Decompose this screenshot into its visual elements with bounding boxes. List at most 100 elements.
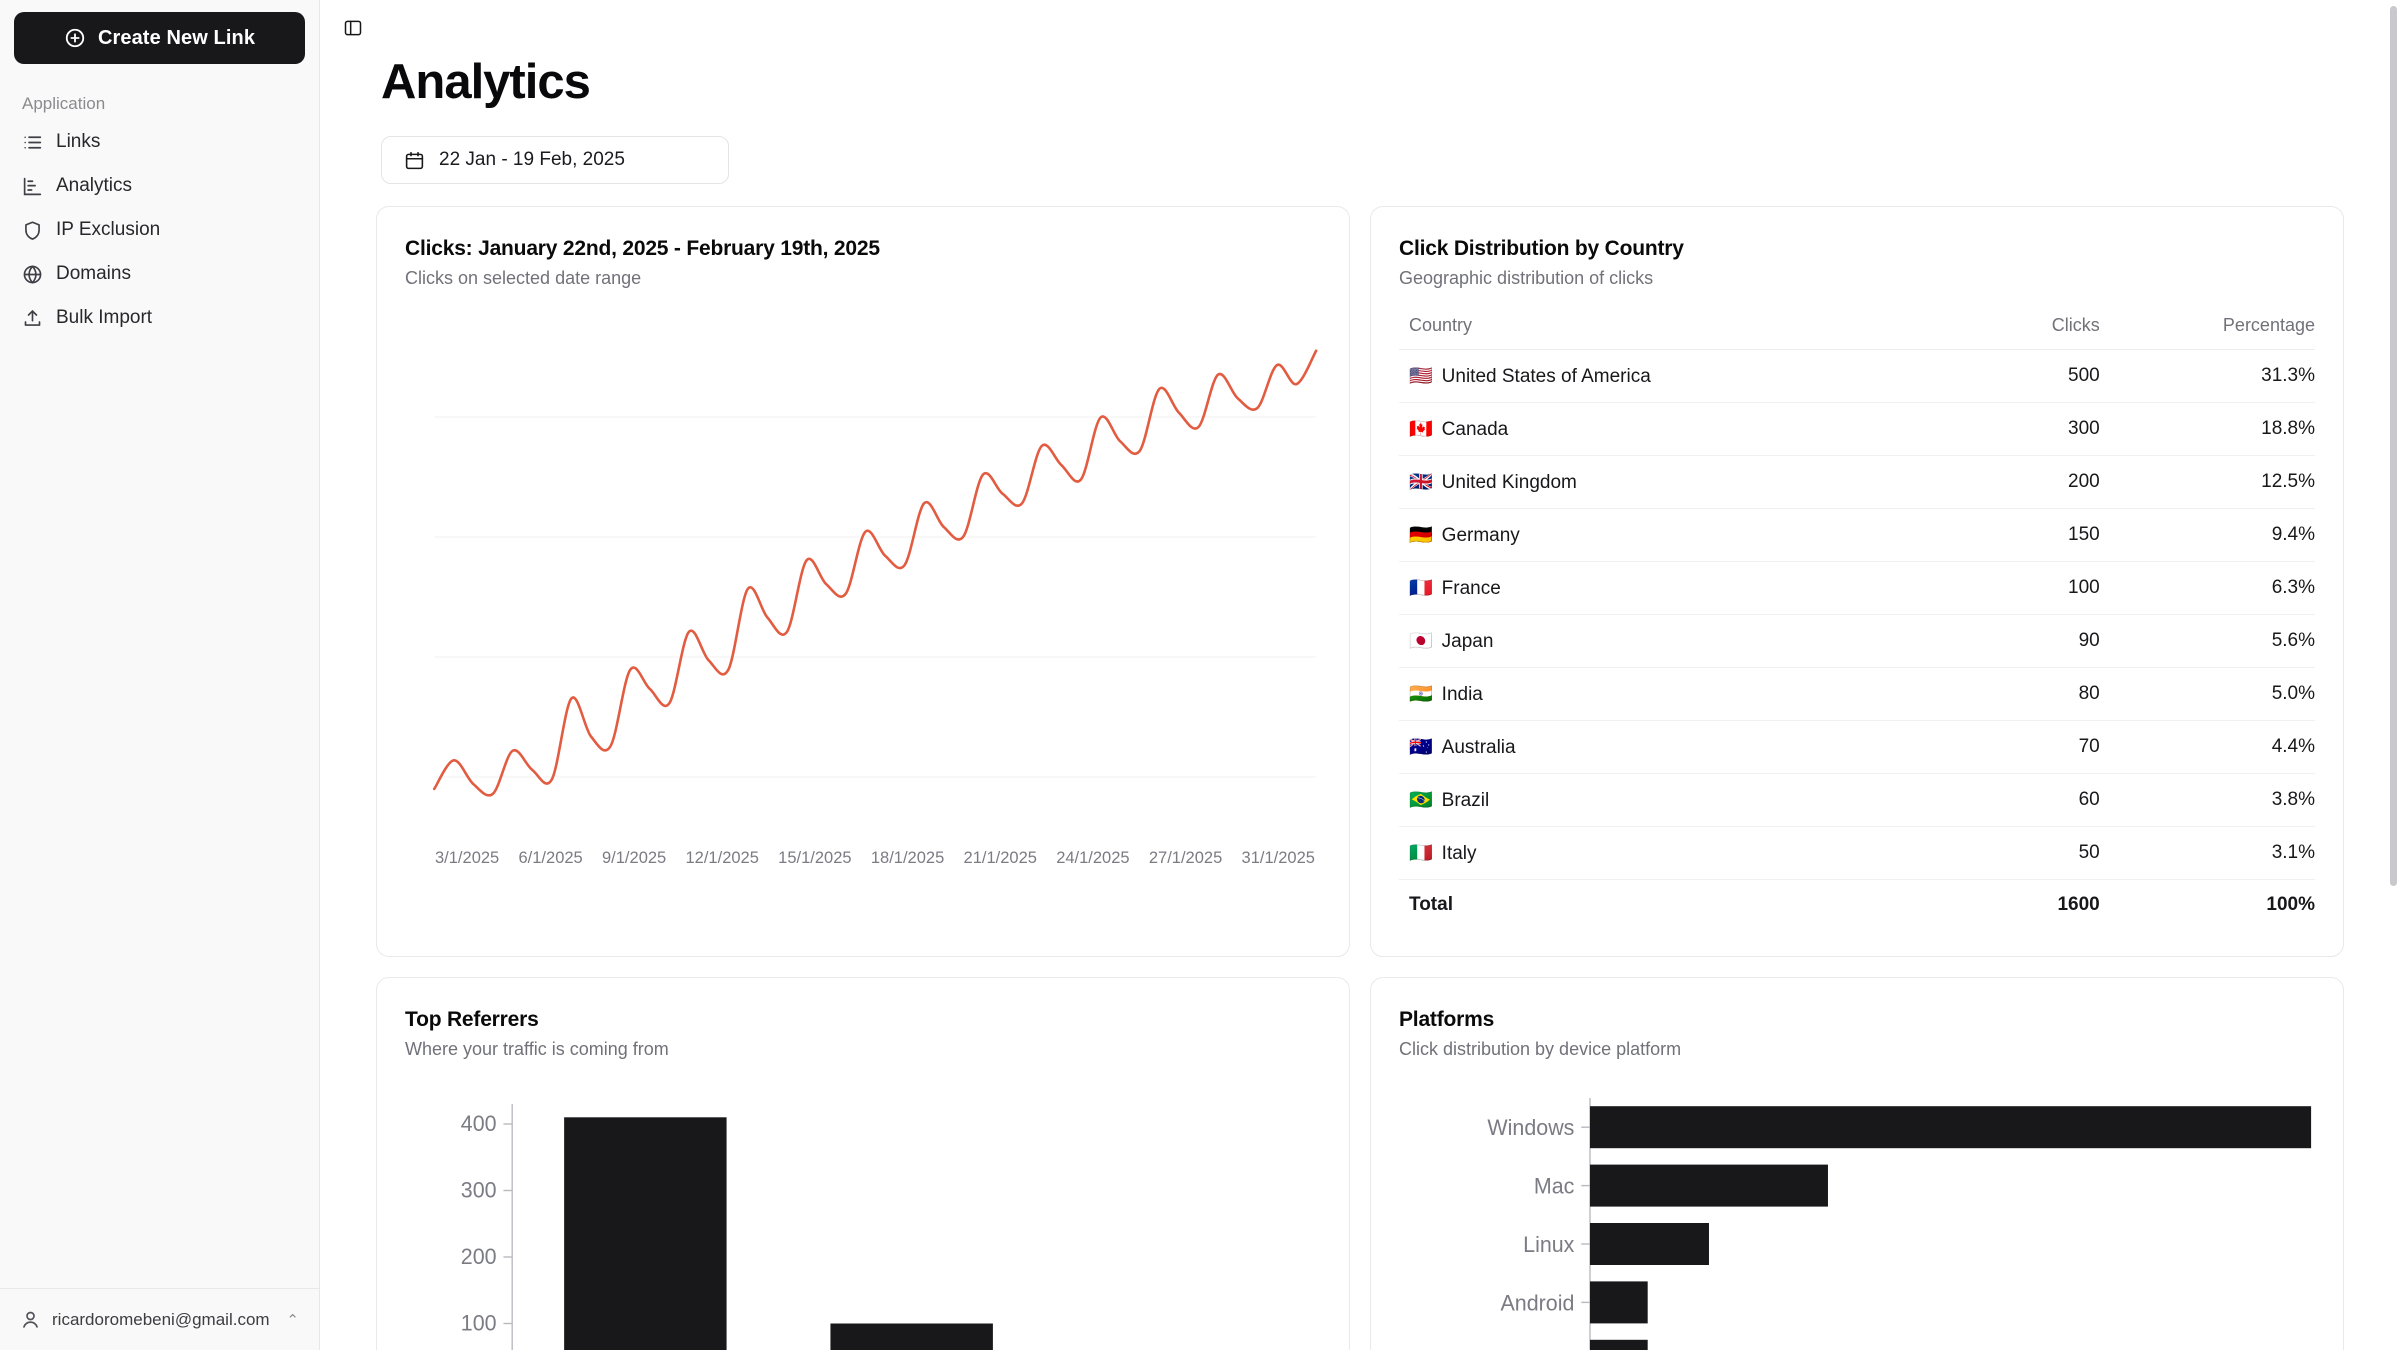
sidebar-section-label: Application — [22, 94, 106, 113]
bar[interactable] — [1589, 1106, 2312, 1149]
table-row: 🇩🇪 Germany 150 9.4% — [1399, 508, 2315, 562]
y-axis-category-label: Mac — [1534, 1173, 1575, 1198]
cell-percentage: 12.5% — [2099, 455, 2315, 509]
cell-clicks: 150 — [1987, 508, 2100, 562]
create-new-link-label: Create New Link — [97, 26, 256, 49]
country-flag-icon: 🇨🇦 — [1409, 419, 1433, 440]
table-row: 🇮🇳 India 80 5.0% — [1399, 667, 2315, 721]
sidebar-item-label: Domains — [56, 263, 131, 284]
dashboard-grid: Clicks: January 22nd, 2025 - February 19… — [376, 206, 2344, 1350]
sidebar-item-label: Bulk Import — [56, 307, 153, 328]
sidebar: Create New Link Application Links Analyt… — [0, 0, 320, 1350]
table-row: 🇮🇹 Italy 50 3.1% — [1399, 826, 2315, 880]
cell-country: 🇮🇳 India — [1399, 667, 1988, 721]
clicks-chart-card: Clicks: January 22nd, 2025 - February 19… — [376, 206, 1350, 957]
country-flag-icon: 🇯🇵 — [1409, 631, 1433, 652]
analytics-app: Create New Link Application Links Analyt… — [0, 0, 2400, 1350]
sidebar-item-domains[interactable]: Domains — [14, 252, 305, 296]
clicks-line-chart — [405, 315, 1321, 845]
sidebar-item-ip-exclusion[interactable]: IP Exclusion — [14, 208, 305, 252]
cell-percentage: 3.1% — [2099, 826, 2315, 880]
y-axis-tick-label: 400 — [461, 1111, 497, 1136]
y-axis-tick-label: 200 — [461, 1244, 497, 1269]
card-subtitle: Where your traffic is coming from — [405, 1039, 669, 1059]
card-subtitle: Geographic distribution of clicks — [1399, 268, 1654, 288]
shield-icon — [22, 220, 43, 241]
bar[interactable] — [564, 1117, 727, 1350]
topbar — [320, 0, 2400, 48]
sidebar-item-label: Analytics — [56, 175, 133, 196]
card-subtitle: Clicks on selected date range — [405, 268, 642, 288]
sidebar-item-label: Links — [56, 131, 101, 152]
cell-clicks: 100 — [1987, 561, 2100, 615]
country-flag-icon: 🇫🇷 — [1409, 578, 1433, 599]
card-title: Clicks: January 22nd, 2025 - February 19… — [405, 237, 880, 260]
cell-clicks: 90 — [1987, 614, 2100, 668]
cell-total-label: Total — [1409, 894, 1453, 915]
bar[interactable] — [1589, 1339, 1648, 1350]
cell-country: 🇩🇪 Germany — [1399, 508, 1988, 562]
vertical-scrollbar[interactable] — [2390, 6, 2397, 886]
table-row: 🇯🇵 Japan 90 5.6% — [1399, 614, 2315, 668]
y-axis-category-label: Linux — [1523, 1232, 1574, 1257]
cell-country: 🇯🇵 Japan — [1399, 614, 1988, 668]
column-header-country: Country — [1399, 315, 1988, 350]
y-axis-tick-label: 100 — [461, 1310, 497, 1335]
table-row: 🇦🇺 Australia 70 4.4% — [1399, 720, 2315, 774]
line-chart-x-axis: 3/1/2025 6/1/2025 9/1/2025 12/1/2025 15/1/20… — [405, 849, 1321, 868]
country-flag-icon: 🇺🇸 — [1409, 366, 1433, 387]
column-header-clicks: Clicks — [1987, 315, 2100, 350]
platforms-bar-chart: WindowsMacLinuxAndroidiOS — [1399, 1090, 2315, 1350]
country-flag-icon: 🇮🇹 — [1409, 843, 1433, 864]
cell-clicks: 60 — [1987, 773, 2100, 827]
cell-country: 🇮🇹 Italy — [1399, 826, 1988, 880]
panel-left-icon[interactable] — [338, 13, 368, 43]
bar[interactable] — [1589, 1164, 1828, 1207]
cell-country: 🇨🇦 Canada — [1399, 402, 1988, 456]
cell-percentage: 5.0% — [2099, 667, 2315, 721]
x-axis-tick-label: 24/1/2025 — [1056, 849, 1130, 867]
cell-percentage: 9.4% — [2099, 508, 2315, 562]
x-axis-tick-label: 15/1/2025 — [778, 849, 852, 867]
x-axis-tick-label: 12/1/2025 — [685, 849, 759, 867]
country-flag-icon: 🇦🇺 — [1409, 737, 1433, 758]
cell-clicks: 80 — [1987, 667, 2100, 721]
top-referrers-bar-chart: 400 300 200 100 — [405, 1090, 1321, 1350]
cell-clicks: 300 — [1987, 402, 2100, 456]
y-axis-category-label: Android — [1501, 1290, 1575, 1315]
table-row: 🇨🇦 Canada 300 18.8% — [1399, 402, 2315, 456]
sidebar-item-analytics[interactable]: Analytics — [14, 164, 305, 208]
cell-clicks: 200 — [1987, 455, 2100, 509]
bar[interactable] — [1589, 1223, 1709, 1265]
user-account-button[interactable]: ricardoromebeni@gmail.com ⌃ — [0, 1288, 319, 1350]
column-header-percentage: Percentage — [2099, 315, 2315, 350]
page-content: Analytics 22 Jan - 19 Feb, 2025 Clicks: … — [320, 54, 2400, 1350]
cell-country: 🇺🇸 United States of America — [1399, 349, 1988, 403]
country-flag-icon: 🇧🇷 — [1409, 790, 1433, 811]
sidebar-item-links[interactable]: Links — [14, 120, 305, 164]
user-email: ricardoromebeni@gmail.com — [52, 1309, 270, 1329]
page-title: Analytics — [381, 55, 591, 109]
cell-country: 🇧🇷 Brazil — [1399, 773, 1988, 827]
bar[interactable] — [830, 1323, 993, 1350]
country-table: Country Clicks Percentage 🇺🇸 United State… — [1399, 315, 2315, 930]
top-referrers-card: Top Referrers Where your traffic is comi… — [376, 977, 1350, 1350]
list-icon — [22, 132, 43, 153]
card-title: Top Referrers — [405, 1008, 539, 1031]
y-axis-category-label: Windows — [1487, 1115, 1574, 1140]
plus-circle-icon — [64, 27, 86, 49]
main-content: Analytics 22 Jan - 19 Feb, 2025 Clicks: … — [320, 0, 2400, 1350]
cell-clicks: 70 — [1987, 720, 2100, 774]
globe-icon — [22, 264, 43, 285]
cell-country: 🇬🇧 United Kingdom — [1399, 455, 1988, 509]
bar[interactable] — [1589, 1281, 1648, 1324]
table-row: 🇫🇷 France 100 6.3% — [1399, 561, 2315, 615]
sidebar-item-bulk-import[interactable]: Bulk Import — [14, 296, 305, 340]
cell-percentage: 18.8% — [2099, 402, 2315, 456]
date-range-picker[interactable]: 22 Jan - 19 Feb, 2025 — [381, 136, 729, 184]
create-new-link-button[interactable]: Create New Link — [14, 12, 305, 64]
country-distribution-card: Click Distribution by Country Geographic… — [1370, 206, 2344, 957]
user-icon — [20, 1309, 41, 1330]
sidebar-item-label: IP Exclusion — [56, 219, 161, 240]
cell-clicks: 500 — [1987, 349, 2100, 403]
